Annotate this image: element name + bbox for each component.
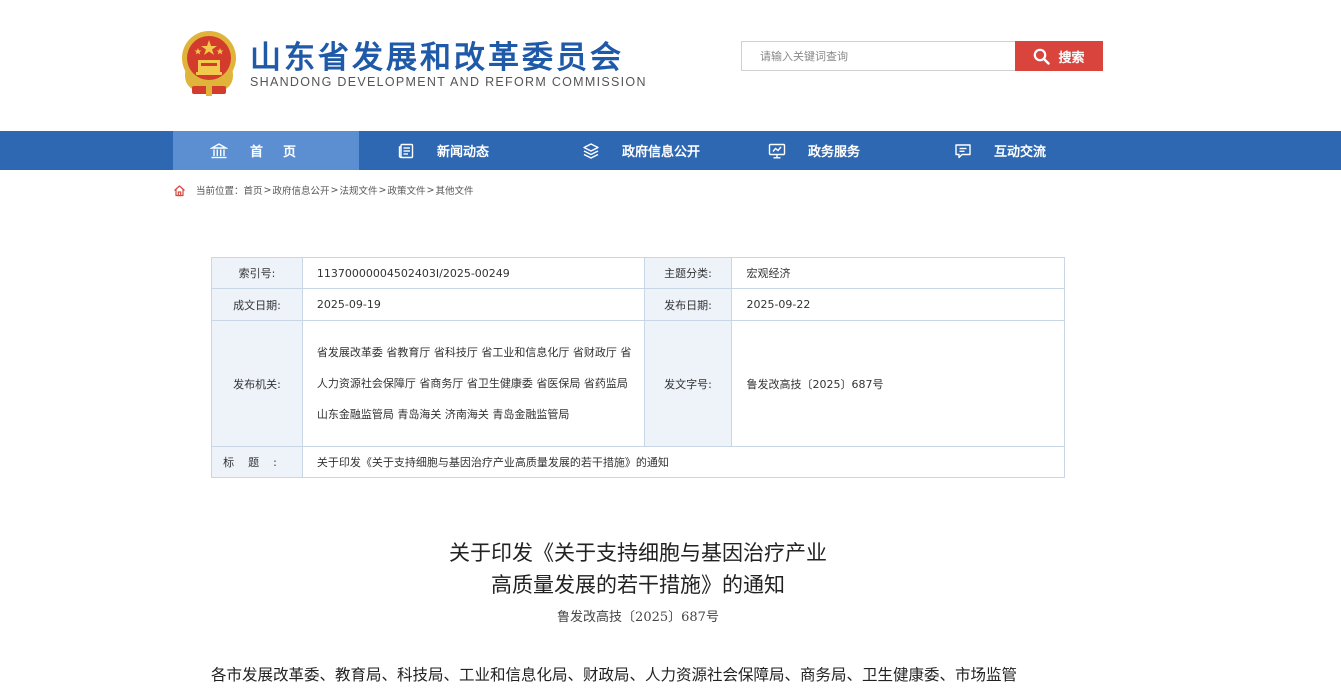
topic-label: 主题分类: [643,257,733,289]
document-body-text: 各市发展改革委、教育局、科技局、工业和信息化局、财政局、人力资源社会保障局、商务… [211,666,1018,684]
topic-value: 宏观经济 [731,257,1065,289]
layers-icon [582,142,600,160]
table-row: 发布机关: 省发展改革委 省教育厅 省科技厅 省工业和信息化厅 省财政厅 省人力… [211,320,1065,447]
breadcrumb-link-other[interactable]: 其他文件 [435,183,473,197]
nav-item-news[interactable]: 新闻动态 [397,131,489,170]
site-header: 山东省发展和改革委员会 SHANDONG DEVELOPMENT AND REF… [0,0,1341,131]
site-subtitle: SHANDONG DEVELOPMENT AND REFORM COMMISSI… [250,75,647,89]
breadcrumb-link-home[interactable]: 首页 [244,183,263,197]
search-button-label: 搜索 [1058,50,1085,66]
nav-item-gov-info[interactable]: 政府信息公开 [582,131,700,170]
nav-item-label: 政务服务 [808,145,861,160]
nav-item-label: 政府信息公开 [622,145,701,160]
written-date-value: 2025-09-19 [301,288,645,321]
national-emblem-logo[interactable] [178,28,240,96]
newspaper-icon [397,142,415,160]
main-nav: 首页 新闻动态 政府信息公开 政务服务 互动交流 [0,131,1341,170]
nav-item-home[interactable]: 首页 [173,131,359,170]
monitor-icon [768,142,786,160]
breadcrumb-separator: > [330,184,339,196]
table-row: 索引号: 11370000004502403I/2025-00249 主题分类:… [211,257,1065,289]
breadcrumb-separator: > [378,184,387,196]
issuer-value: 省发展改革委 省教育厅 省科技厅 省工业和信息化厅 省财政厅 省人力资源社会保障… [301,320,645,447]
table-row: 标题: 关于印发《关于支持细胞与基因治疗产业高质量发展的若干措施》的通知 [211,446,1066,478]
written-date-label: 成文日期: [211,288,303,321]
doc-number-label: 发文字号: [643,320,733,447]
search-button[interactable]: 搜索 [1015,41,1103,71]
index-value: 11370000004502403I/2025-00249 [301,257,645,289]
site-title: 山东省发展和改革委员会 [250,40,624,76]
nav-item-interaction[interactable]: 互动交流 [954,131,1046,170]
nav-item-gov-service[interactable]: 政务服务 [768,131,860,170]
breadcrumb-separator: > [426,184,435,196]
breadcrumb-link-policy[interactable]: 政策文件 [387,183,425,197]
search-input[interactable] [742,42,1016,70]
document-number: 鲁发改高技〔2025〕687号 [557,610,719,625]
breadcrumb: 当前位置： 首页 > 政府信息公开 > 法规文件 > 政策文件 > 其他文件 [173,183,473,197]
home-icon [173,184,186,197]
search-box [741,41,1016,71]
document-title-line: 高质量发展的若干措施》的通知 [491,573,785,597]
published-date-value: 2025-09-22 [731,288,1065,321]
published-date-label: 发布日期: [643,288,733,321]
table-row: 成文日期: 2025-09-19 发布日期: 2025-09-22 [211,288,1065,321]
chat-icon [954,142,972,160]
document-title: 关于印发《关于支持细胞与基因治疗产业 高质量发展的若干措施》的通知 [0,537,1276,601]
nav-item-label: 新闻动态 [437,145,490,160]
document-info-table: 索引号: 11370000004502403I/2025-00249 主题分类:… [211,257,1066,478]
document-title-line: 关于印发《关于支持细胞与基因治疗产业 [449,541,827,565]
nav-item-label: 首页 [250,145,317,160]
index-label: 索引号: [211,257,303,289]
breadcrumb-prefix: 当前位置： [196,186,244,197]
breadcrumb-link-gov-info[interactable]: 政府信息公开 [273,183,330,197]
title-value: 关于印发《关于支持细胞与基因治疗产业高质量发展的若干措施》的通知 [301,446,1066,478]
issuer-label: 发布机关: [211,320,303,447]
title-label: 标题: [211,446,303,478]
nav-item-label: 互动交流 [994,145,1047,160]
breadcrumb-separator: > [263,184,272,196]
breadcrumb-link-regulations[interactable]: 法规文件 [339,183,377,197]
doc-number-value: 鲁发改高技〔2025〕687号 [731,320,1065,447]
bank-icon [210,142,228,160]
search-icon [1033,48,1051,65]
